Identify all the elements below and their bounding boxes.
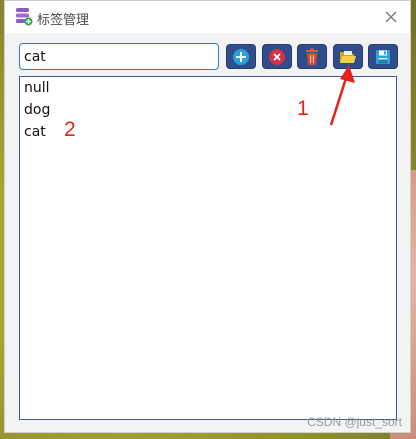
plus-circle-icon xyxy=(233,48,249,65)
annotation-arrow-icon xyxy=(329,65,355,126)
trash-button[interactable] xyxy=(297,44,327,69)
trash-icon xyxy=(306,48,318,65)
close-icon xyxy=(385,11,397,23)
add-button[interactable] xyxy=(226,44,256,69)
annotation-label-1: 1 xyxy=(297,97,309,120)
list-item[interactable]: null xyxy=(24,78,50,98)
annotation-label-2: 2 xyxy=(64,118,76,141)
remove-button[interactable] xyxy=(262,44,292,69)
list-item[interactable]: dog xyxy=(24,100,50,120)
window-title: 标签管理 xyxy=(37,13,90,28)
floppy-disk-icon xyxy=(376,49,390,64)
close-button[interactable] xyxy=(380,6,402,28)
tag-input[interactable] xyxy=(19,43,219,70)
app-stack-icon xyxy=(15,7,33,26)
title-bar: 标签管理 xyxy=(5,1,410,33)
list-item[interactable]: cat xyxy=(24,122,46,142)
save-button[interactable] xyxy=(368,44,398,69)
tag-manager-window: 标签管理 cat null dog cat 1 2 xyxy=(4,0,411,433)
x-circle-icon xyxy=(269,48,285,65)
watermark: CSDN @just_sort xyxy=(307,415,402,429)
